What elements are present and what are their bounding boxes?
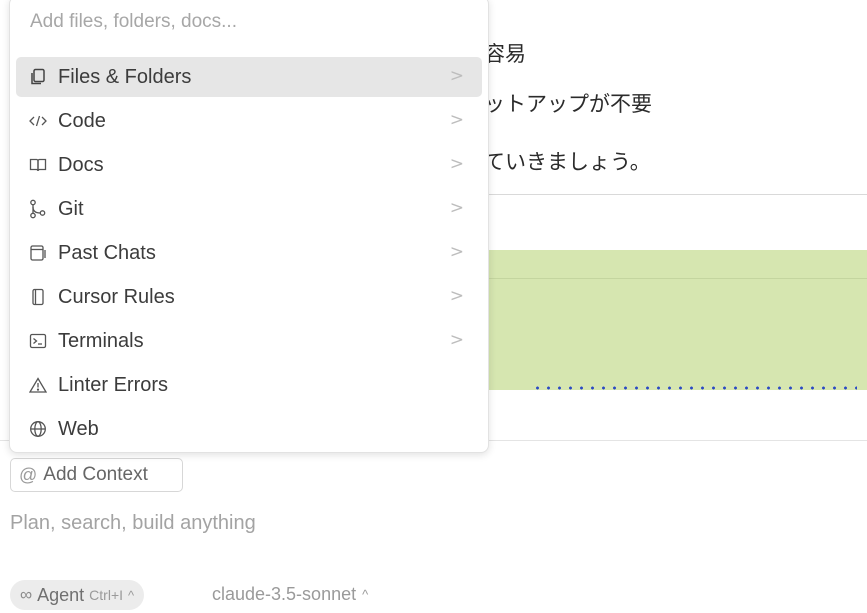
menu-item-label: Code — [58, 109, 106, 132]
git-icon — [26, 198, 50, 220]
terminal-icon — [26, 330, 50, 352]
doc-line-2: ットアップが不要 — [484, 92, 652, 116]
menu-item-past-chats[interactable]: Past Chats > — [16, 233, 482, 273]
menu-item-terminals[interactable]: Terminals > — [16, 321, 482, 361]
chevron-right-icon: > — [449, 154, 464, 174]
doc-divider — [484, 194, 867, 195]
menu-item-label: Past Chats — [58, 241, 156, 264]
doc-line-1: 容易 — [484, 42, 526, 66]
code-icon — [26, 110, 50, 132]
menu-item-web[interactable]: Web — [16, 409, 482, 449]
at-icon: @ — [19, 464, 38, 485]
menu-item-label: Git — [58, 197, 84, 220]
chevron-right-icon: > — [449, 242, 464, 262]
highlight-divider — [484, 278, 867, 279]
agent-mode-button[interactable]: ∞ Agent Ctrl+I ^ — [10, 580, 145, 610]
menu-item-label: Files & Folders — [58, 65, 192, 88]
warning-icon — [26, 374, 50, 396]
menu-item-cursor-rules[interactable]: Cursor Rules > — [16, 277, 482, 317]
chevron-right-icon: > — [449, 198, 464, 218]
menu-item-label: Terminals — [58, 329, 144, 352]
composer-input[interactable]: Plan, search, build anything — [10, 512, 256, 535]
model-select[interactable]: claude-3.5-sonnet ^ — [212, 584, 368, 605]
menu-item-files-folders[interactable]: Files & Folders > — [16, 57, 482, 97]
add-context-label: Add Context — [43, 464, 148, 485]
menu-item-label: Cursor Rules — [58, 285, 175, 308]
menu-item-docs[interactable]: Docs > — [16, 145, 482, 185]
chevron-right-icon: > — [449, 330, 464, 350]
menu-item-label: Linter Errors — [58, 373, 169, 396]
chevron-up-icon: ^ — [128, 587, 135, 603]
add-context-popup: Add files, folders, docs... Files & Fold… — [9, 0, 489, 453]
dotted-link-underline — [532, 386, 857, 390]
agent-label: Agent — [37, 584, 85, 605]
chevron-right-icon: > — [449, 286, 464, 306]
chat-history-icon — [26, 242, 50, 264]
files-icon — [26, 66, 50, 88]
doc-line-3: ていきましょう。 — [484, 150, 651, 174]
menu-item-label: Web — [58, 417, 99, 440]
menu-item-label: Docs — [58, 153, 104, 176]
rules-icon — [26, 286, 50, 308]
menu-item-git[interactable]: Git > — [16, 189, 482, 229]
menu-item-linter-errors[interactable]: Linter Errors — [16, 365, 482, 405]
menu-item-code[interactable]: Code > — [16, 101, 482, 141]
model-label: claude-3.5-sonnet — [212, 584, 357, 604]
book-icon — [26, 154, 50, 176]
context-search-input[interactable]: Add files, folders, docs... — [30, 11, 237, 33]
chevron-right-icon: > — [449, 66, 464, 86]
doc-highlight-block — [484, 250, 867, 390]
add-context-button[interactable]: @ Add Context — [10, 458, 183, 492]
infinity-icon: ∞ — [20, 585, 33, 604]
agent-shortcut: Ctrl+I — [89, 587, 124, 603]
chevron-right-icon: > — [449, 110, 464, 130]
globe-icon — [26, 418, 50, 440]
chevron-up-icon: ^ — [362, 587, 369, 602]
